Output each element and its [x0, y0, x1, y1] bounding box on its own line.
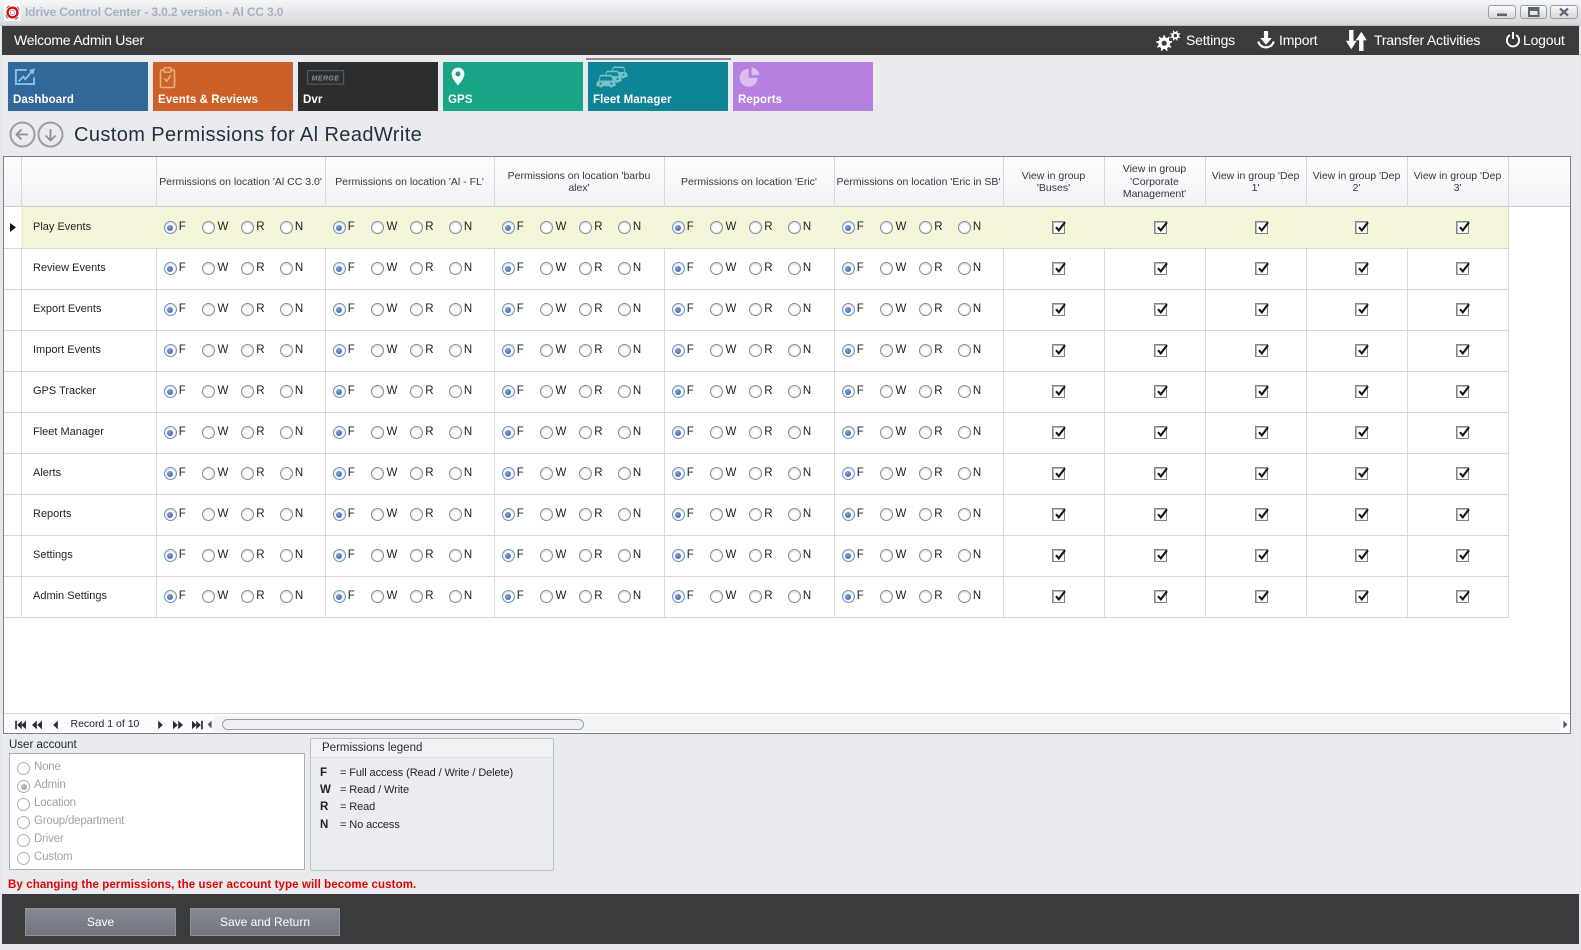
svg-text:MERGE: MERGE	[312, 76, 340, 83]
